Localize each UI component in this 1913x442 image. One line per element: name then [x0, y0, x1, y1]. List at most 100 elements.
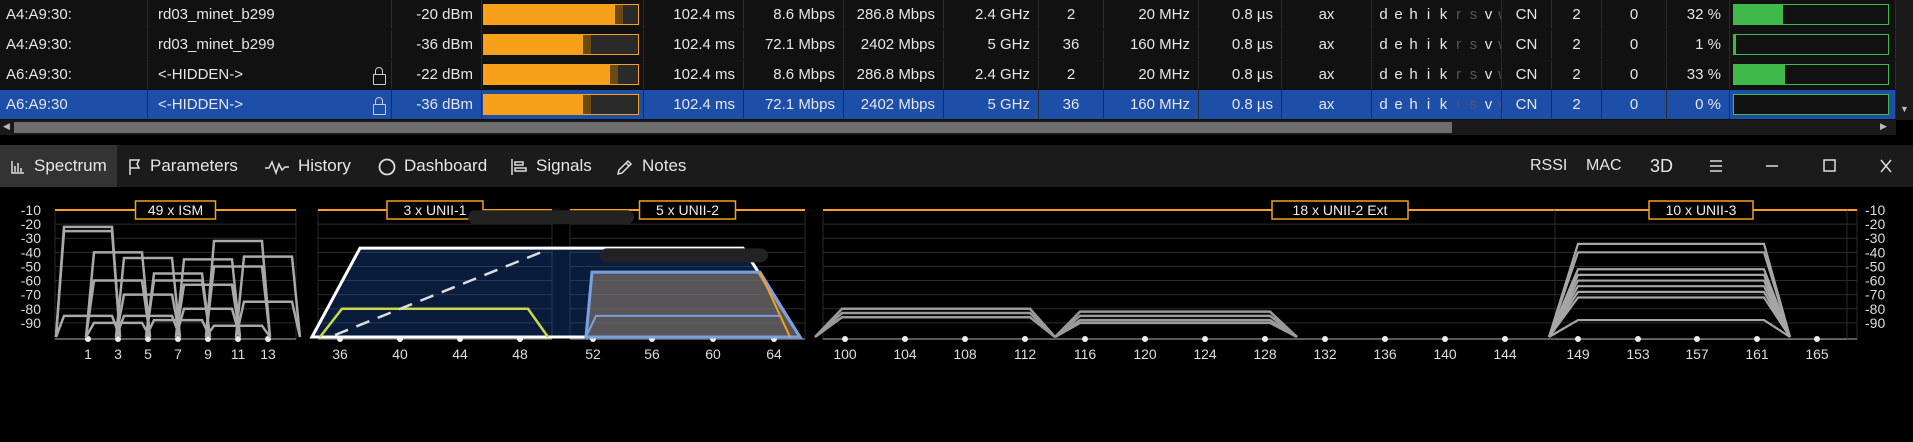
signal-strength-bar [483, 94, 639, 115]
x-tick-label: 11 [231, 346, 246, 362]
tab-label: Dashboard [404, 156, 488, 175]
count-b-cell: 0 [1602, 30, 1667, 59]
scroll-right-arrow-icon[interactable]: ▶ [1880, 121, 1887, 132]
x-tick-label: 36 [332, 346, 348, 362]
flag-letter: h [1409, 96, 1418, 113]
flag-letter: k [1439, 6, 1448, 23]
utilization-fill [1734, 65, 1785, 84]
ssid-cell: rd03_minet_b299 [148, 30, 392, 59]
y-tick-label-left: -90 [21, 315, 41, 331]
channel-dot [1082, 336, 1088, 342]
utilization-cell: 32 % [1667, 0, 1730, 29]
tab-dashboard[interactable]: Dashboard [368, 145, 499, 187]
scrollbar-thumb[interactable] [14, 122, 1452, 133]
table-row[interactable]: A4:A9:30: rd03_minet_b299 -36 dBm 102.4 ms 7… [0, 30, 1896, 59]
flag-letter: i [1426, 6, 1431, 23]
rssi-cell: -22 dBm [392, 60, 482, 89]
flags-cell: dehikrsvw [1372, 90, 1502, 119]
table-row[interactable]: A6:A9:30: <-HIDDEN-> -22 dBm 102.4 ms 8.6 Mb… [0, 60, 1896, 89]
utilization-meter [1733, 34, 1889, 55]
signal-peak [582, 35, 591, 54]
x-tick-label: 108 [953, 346, 977, 362]
vertical-scrollbar[interactable]: ▼ [1896, 0, 1913, 120]
close-icon[interactable] [1878, 145, 1894, 187]
scroll-down-arrow-icon[interactable]: ▼ [1900, 104, 1909, 114]
flags-cell: dehikrsvw [1372, 0, 1502, 29]
flag-letter: e [1394, 36, 1403, 53]
maximize-icon[interactable] [1822, 145, 1838, 187]
x-tick-label: 52 [585, 346, 601, 362]
ssid-cell: rd03_minet_b299 [148, 0, 392, 29]
table-row[interactable]: A4:A9:30: rd03_minet_b299 -20 dBm 102.4 ms 8… [0, 0, 1896, 29]
mac-button[interactable]: MAC [1586, 145, 1622, 187]
guard-interval-cell: 0.8 µs [1199, 0, 1282, 29]
horizontal-scrollbar[interactable]: ◀ ▶ [0, 120, 1896, 135]
x-tick-label: 153 [1626, 346, 1650, 362]
table-row[interactable]: A6:A9:30 <-HIDDEN-> -36 dBm 102.4 ms 72.1 Mb… [0, 90, 1896, 119]
flag-letter: v [1484, 6, 1493, 23]
pulse-icon [264, 156, 298, 175]
x-tick-label: 64 [766, 346, 782, 362]
minimize-icon[interactable] [1764, 145, 1780, 187]
flag-letter: i [1426, 96, 1431, 113]
channel-dot [1262, 336, 1268, 342]
min-rate-cell: 8.6 Mbps [744, 60, 844, 89]
width-cell: 160 MHz [1104, 30, 1199, 59]
x-tick-label: 157 [1685, 346, 1709, 362]
tab-label: History [298, 156, 351, 175]
flag-letter: k [1439, 66, 1448, 83]
tab-notes[interactable]: Notes [606, 145, 696, 187]
flag-letter: h [1409, 66, 1418, 83]
signal-bar [482, 30, 644, 59]
menu-icon[interactable] [1708, 145, 1724, 187]
flag-letter: d [1379, 36, 1388, 53]
flag-letter: v [1484, 66, 1493, 83]
flag-letter: h [1409, 36, 1418, 53]
flag-letter: r [1456, 66, 1461, 83]
spectrum-chart: -10 -10-20 -20-30 -30-40 -40-50 -50-60 -60-70-… [21, 200, 1885, 362]
x-tick-label: 124 [1193, 346, 1217, 362]
signal-strength-bar [483, 4, 639, 25]
lock-icon [373, 67, 386, 85]
utilization-fill [1734, 5, 1784, 24]
tab-history[interactable]: History [254, 145, 367, 187]
x-tick-label: 112 [1014, 346, 1037, 362]
channel-dot [842, 336, 848, 342]
x-tick-label: 44 [452, 346, 468, 362]
tab-parameters[interactable]: Parameters [118, 145, 253, 187]
x-tick-label: 56 [644, 346, 660, 362]
spectrum-icon [10, 156, 34, 175]
tab-spectrum[interactable]: Spectrum [0, 145, 117, 187]
min-rate-cell: 72.1 Mbps [744, 90, 844, 119]
scroll-left-arrow-icon[interactable]: ◀ [3, 121, 10, 132]
signal-bar [482, 0, 644, 29]
flag-icon [128, 156, 150, 175]
width-cell: 20 MHz [1104, 60, 1199, 89]
signal-fill [484, 5, 615, 24]
rssi-button[interactable]: RSSI [1530, 145, 1567, 187]
channel-dot [1575, 336, 1581, 342]
signal-peak [614, 5, 623, 24]
3d-button[interactable]: 3D [1650, 145, 1673, 187]
x-tick-label: 149 [1566, 346, 1590, 362]
count-a-cell: 2 [1552, 30, 1602, 59]
utilization-meter [1733, 94, 1889, 115]
band-title: 18 x UNII-2 Ext [1293, 202, 1388, 218]
tab-signals[interactable]: Signals [500, 145, 605, 187]
channel-dot [1635, 336, 1641, 342]
signal-peak [582, 95, 591, 114]
channel-dot [1322, 336, 1328, 342]
count-b-cell: 0 [1602, 90, 1667, 119]
flag-letter: i [1426, 66, 1431, 83]
mode-cell: ax [1282, 0, 1372, 29]
flag-letter: k [1439, 96, 1448, 113]
min-rate-cell: 72.1 Mbps [744, 30, 844, 59]
band-title: 10 x UNII-3 [1666, 202, 1737, 218]
max-rate-cell: 2402 Mbps [844, 30, 944, 59]
x-tick-label: 128 [1253, 346, 1277, 362]
x-tick-label: 120 [1133, 346, 1157, 362]
count-b-cell: 0 [1602, 0, 1667, 29]
beacon-cell: 102.4 ms [644, 0, 744, 29]
count-b-cell: 0 [1602, 60, 1667, 89]
flag-letter: r [1456, 6, 1461, 23]
